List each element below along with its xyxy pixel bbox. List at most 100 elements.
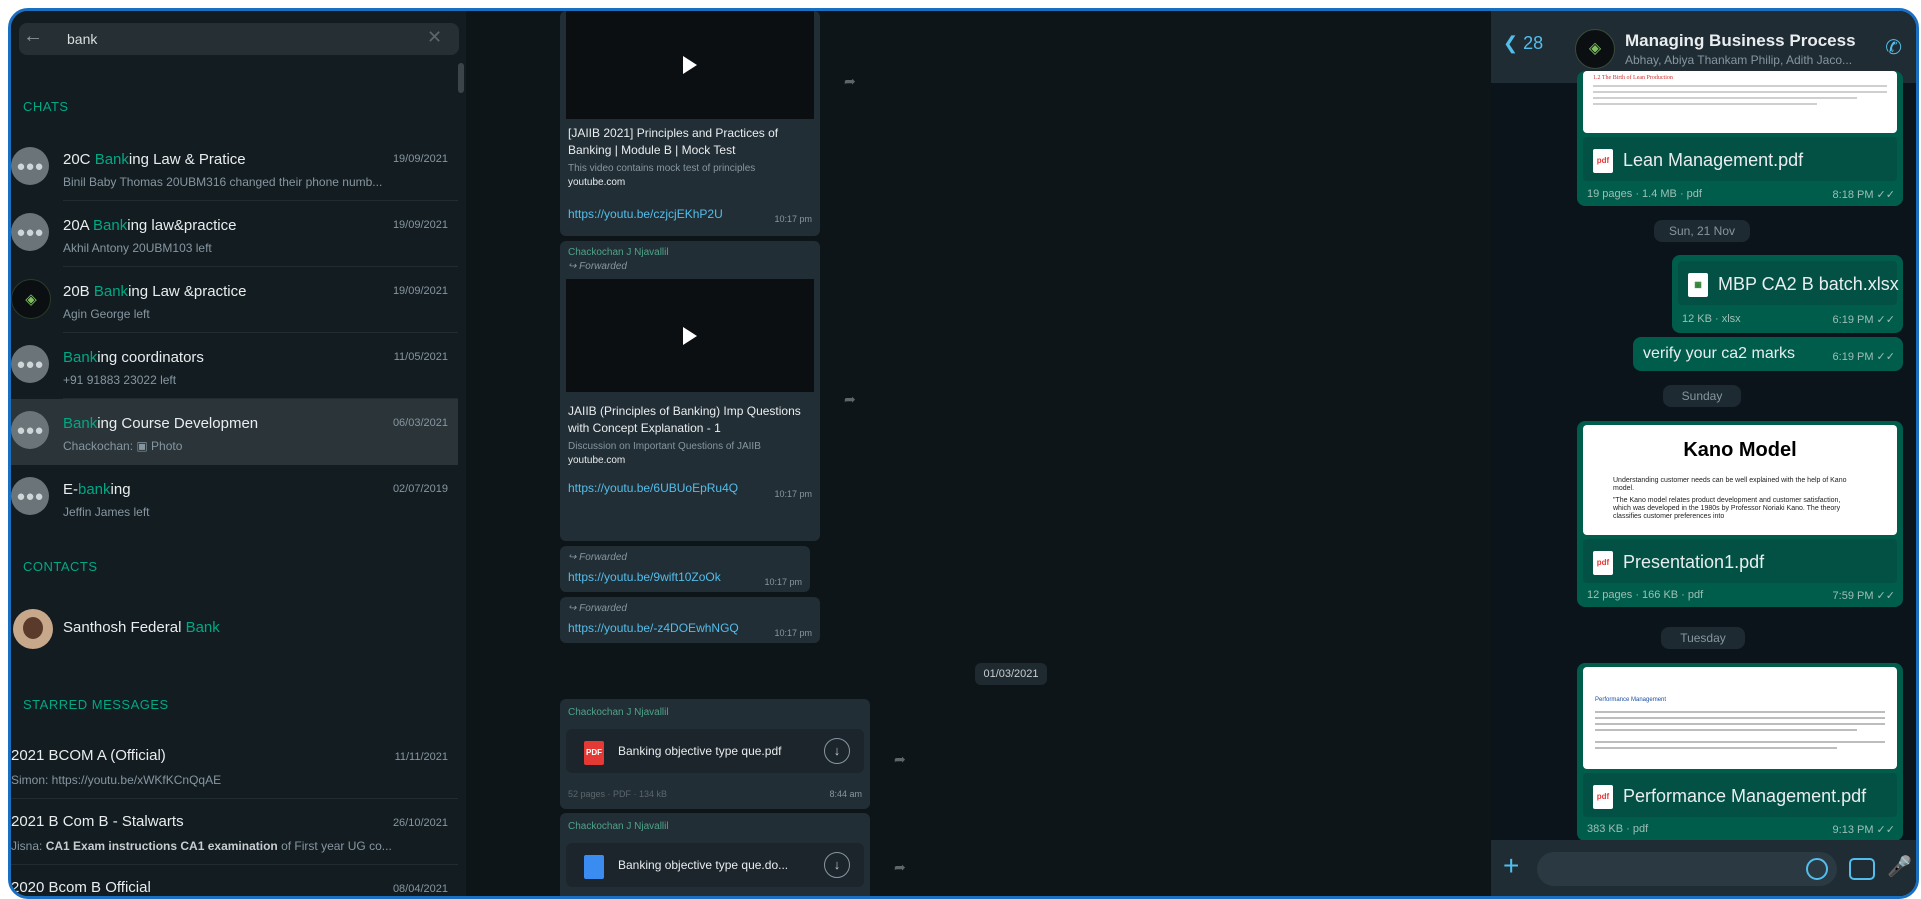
document-attachment[interactable]: PDF Banking objective type que.pdf ↓ [566, 729, 864, 773]
file-name: Presentation1.pdf [1623, 552, 1765, 572]
group-title[interactable]: Managing Business Process [1625, 31, 1856, 51]
file-name: Performance Management.pdf [1623, 786, 1867, 806]
chat-date: 19/09/2021 [392, 219, 448, 231]
chat-row[interactable]: ●●● 20C Banking Law & Pratice Binil Baby… [11, 135, 458, 201]
text-message[interactable]: verify your ca2 marks 6:19 PM ✓✓ [1633, 337, 1903, 371]
chat-title: 20B Banking Law &practice [63, 283, 247, 300]
chat-row[interactable]: ●●● 20A Banking law&practice Akhil Anton… [11, 201, 458, 267]
group-avatar[interactable]: ◈ [1575, 29, 1615, 69]
group-icon: ●●● [11, 345, 49, 383]
chat-last-message: +91 91883 23022 left [63, 373, 177, 387]
starred-message-row[interactable]: 2021 B Com B - Stalwarts Jisna: CA1 Exam… [11, 799, 458, 865]
back-button[interactable]: ❮ 28 [1503, 33, 1543, 54]
preview-line [1595, 717, 1885, 719]
file-meta: 383 KB · pdf [1587, 823, 1649, 835]
document-message[interactable]: Kano Model Understanding customer needs … [1577, 421, 1903, 607]
chat-date: 19/09/2021 [392, 153, 448, 165]
contact-name: Santhosh Federal Bank [63, 619, 220, 636]
forward-icon[interactable]: ➦ [844, 73, 856, 90]
document-name: Banking objective type que.do... [618, 858, 789, 872]
file-attachment[interactable]: pdf Performance Management.pdf [1583, 773, 1897, 817]
contact-row[interactable]: Santhosh Federal Bank [11, 597, 458, 663]
video-description: This video contains mock test of princip… [568, 163, 756, 174]
video-thumbnail[interactable] [566, 279, 814, 392]
preview-line [1593, 85, 1887, 87]
download-icon[interactable]: ↓ [824, 738, 850, 764]
starred-date: 08/04/2021 [392, 883, 448, 895]
video-title: [JAIIB 2021] Principles and Practices of… [568, 126, 779, 157]
file-attachment[interactable]: pdf Lean Management.pdf [1583, 137, 1897, 181]
message-time: 6:19 PM ✓✓ [1832, 351, 1895, 363]
camera-icon[interactable] [1849, 858, 1875, 880]
chat-last-message: Akhil Antony 20UBM103 left [63, 241, 212, 255]
file-meta: 12 KB · xlsx [1682, 313, 1741, 325]
file-attachment[interactable]: pdf Presentation1.pdf [1583, 539, 1897, 583]
document-attachment[interactable]: Banking objective type que.do... ↓ [566, 843, 864, 887]
back-arrow-icon[interactable]: ← [23, 25, 43, 48]
scrollbar[interactable] [458, 63, 464, 93]
forward-icon[interactable]: ➦ [894, 859, 906, 876]
video-link-message[interactable]: [JAIIB 2021] Principles and Practices of… [560, 11, 820, 236]
document-message[interactable]: Performance Management pdf Performance M… [1577, 663, 1903, 841]
document-icon [584, 855, 604, 879]
message-time: 10:17 pm [764, 577, 802, 587]
document-message[interactable]: Chackochan J Njavallil Banking objective… [560, 813, 870, 896]
section-starred: STARRED MESSAGES [23, 697, 169, 712]
chat-row[interactable]: ●●● Banking coordinators +91 91883 23022… [11, 333, 458, 399]
video-thumbnail[interactable] [566, 11, 814, 119]
video-link-message[interactable]: Chackochan J Njavallil ↪ Forwarded JAIIB… [560, 241, 820, 541]
document-message[interactable]: ▦ MBP CA2 B batch.xlsx 12 KB · xlsx 6:19… [1672, 255, 1903, 333]
search-query[interactable]: bank [67, 31, 97, 47]
add-call-icon[interactable]: ✆ [1885, 35, 1902, 60]
chat-row[interactable]: ●●● E-banking Jeffin James left 02/07/20… [11, 465, 458, 531]
chat-title: Banking coordinators [63, 349, 204, 366]
forwarded-label: ↪ Forwarded [568, 603, 627, 614]
chat-row-selected[interactable]: ●●● Banking Course Developmen Chackochan… [11, 399, 458, 465]
message-composer: + 🎤 [1491, 840, 1916, 896]
chevron-left-icon: ❮ [1503, 33, 1519, 53]
preview-line [1595, 729, 1857, 731]
conversation-pane: [JAIIB 2021] Principles and Practices of… [466, 11, 1491, 896]
starred-message-text: Simon: https://youtu.be/xWKfKCnQqAE [11, 773, 222, 787]
video-link[interactable]: https://youtu.be/6UBUoEpRu4Q [568, 481, 738, 495]
sender-name: Chackochan J Njavallil [568, 707, 669, 718]
message-link[interactable]: https://youtu.be/-z4DOEwhNGQ [568, 621, 739, 635]
document-message[interactable]: Chackochan J Njavallil PDF Banking objec… [560, 699, 870, 809]
message-time: 8:18 PM ✓✓ [1832, 189, 1895, 201]
pdf-icon: pdf [1593, 149, 1613, 173]
search-panel: ← bank ✕ CHATS ●●● 20C Banking Law & Pra… [11, 11, 466, 896]
play-icon [683, 56, 697, 74]
starred-message-row[interactable]: 2021 BCOM A (Official) Simon: https://yo… [11, 733, 458, 799]
message-time: 9:13 PM ✓✓ [1832, 824, 1895, 836]
link-message[interactable]: ↪ Forwarded https://youtu.be/-z4DOEwhNGQ… [560, 597, 820, 643]
message-time: 10:17 pm [774, 628, 812, 638]
link-message[interactable]: ↪ Forwarded https://youtu.be/9wift10ZoOk… [560, 546, 810, 592]
chat-date: 19/09/2021 [392, 285, 448, 297]
video-title: JAIIB (Principles of Banking) Imp Questi… [568, 404, 801, 435]
date-divider: Sun, 21 Nov [1654, 220, 1750, 242]
starred-date: 26/10/2021 [392, 817, 448, 829]
microphone-icon[interactable]: 🎤 [1887, 854, 1912, 879]
pdf-icon: pdf [1593, 551, 1613, 575]
message-link[interactable]: https://youtu.be/9wift10ZoOk [568, 570, 721, 584]
chat-last-message: Agin George left [63, 307, 150, 321]
chat-row[interactable]: ◈ 20B Banking Law &practice Agin George … [11, 267, 458, 333]
section-contacts: CONTACTS [23, 559, 98, 574]
file-attachment[interactable]: ▦ MBP CA2 B batch.xlsx [1678, 261, 1899, 305]
forward-icon[interactable]: ➦ [844, 391, 856, 408]
sticker-icon[interactable] [1806, 858, 1828, 880]
app-window: ← bank ✕ CHATS ●●● 20C Banking Law & Pra… [8, 8, 1919, 899]
forwarded-label: ↪ Forwarded [568, 261, 627, 272]
clear-search-icon[interactable]: ✕ [427, 27, 442, 48]
starred-message-row[interactable]: 2020 Bcom B Official 08/04/2021 [11, 865, 458, 896]
video-link[interactable]: https://youtu.be/czjcjEKhP2U [568, 207, 723, 221]
download-icon[interactable]: ↓ [824, 852, 850, 878]
plus-icon[interactable]: + [1503, 852, 1519, 880]
document-message[interactable]: 1.2 The Birth of Lean Production pdf Lea… [1577, 71, 1903, 206]
message-input[interactable] [1537, 852, 1837, 886]
chat-last-message: Binil Baby Thomas 20UBM316 changed their… [63, 175, 383, 189]
preview-line [1593, 97, 1857, 99]
preview-text: "The Kano model relates product developm… [1613, 497, 1841, 520]
forward-icon[interactable]: ➦ [894, 751, 906, 768]
message-text: verify your ca2 marks [1643, 345, 1796, 362]
